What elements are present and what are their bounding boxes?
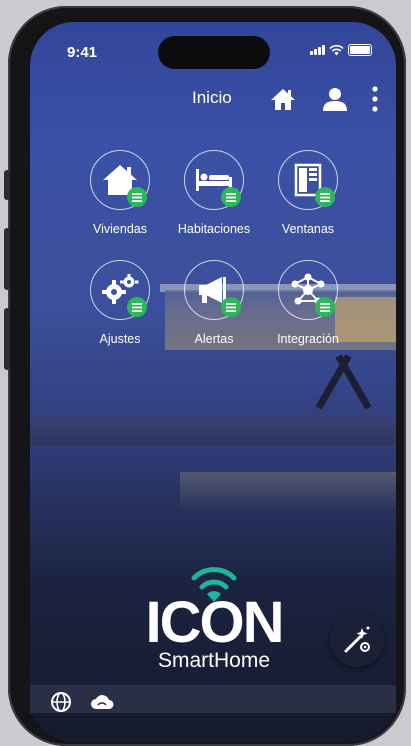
signal-icon: [310, 45, 325, 55]
home-button[interactable]: [268, 84, 298, 114]
cloud-icon[interactable]: [90, 691, 114, 713]
user-icon: [323, 88, 347, 111]
status-time: 9:41: [67, 44, 98, 61]
top-bar: Inicio: [30, 84, 396, 128]
tile-icon-circle: [90, 150, 150, 210]
tile-ajustes[interactable]: Ajustes: [72, 260, 168, 346]
wifi-icon: [329, 44, 344, 55]
menu-badge-icon: [315, 187, 335, 207]
background-horizon: [30, 417, 396, 445]
menu-badge-icon: [221, 187, 241, 207]
tile-label: Integración: [277, 332, 339, 346]
menu-badge-icon: [127, 187, 147, 207]
page-title: Inicio: [192, 88, 232, 107]
tile-habitaciones[interactable]: Habitaciones: [166, 150, 262, 236]
menu-badge-icon: [127, 297, 147, 317]
volume-down-button: [4, 308, 10, 370]
brand-name: ICON: [145, 590, 285, 655]
more-menu-button[interactable]: [365, 84, 385, 114]
magic-wand-button[interactable]: [330, 613, 384, 667]
tile-label: Viviendas: [93, 222, 147, 236]
background-reflection: [180, 472, 396, 512]
tile-viviendas[interactable]: Viviendas: [72, 150, 168, 236]
tile-integracion[interactable]: Integración: [260, 260, 356, 346]
tile-ventanas[interactable]: Ventanas: [260, 150, 356, 236]
tile-label: Alertas: [194, 332, 234, 346]
battery-icon: [348, 44, 372, 56]
brand-subtitle: SmartHome: [157, 649, 271, 672]
menu-badge-icon: [315, 297, 335, 317]
tile-icon-circle: [278, 150, 338, 210]
tile-icon-circle: [184, 150, 244, 210]
background-pillar: [335, 354, 372, 410]
more-vertical-icon: [372, 86, 378, 112]
home-icon: [271, 89, 295, 110]
globe-icon[interactable]: [50, 691, 72, 713]
status-icons: [310, 44, 372, 56]
mute-switch: [4, 170, 10, 200]
tile-icon-circle: [90, 260, 150, 320]
profile-button[interactable]: [320, 84, 350, 114]
magic-wand-icon: [344, 626, 370, 653]
tile-label: Ajustes: [99, 332, 141, 346]
tile-label: Habitaciones: [177, 222, 251, 236]
app-screen: 9:41 Inicio Viviendas Habitaciones Venta…: [30, 22, 396, 742]
tile-icon-circle: [278, 260, 338, 320]
dynamic-island: [158, 36, 270, 69]
menu-badge-icon: [221, 297, 241, 317]
bottom-bar: [30, 685, 396, 713]
tile-label: Ventanas: [281, 222, 335, 236]
tile-icon-circle: [184, 260, 244, 320]
tile-alertas[interactable]: Alertas: [166, 260, 262, 346]
volume-up-button: [4, 228, 10, 290]
brand-logo: ICON SmartHome: [134, 594, 294, 672]
